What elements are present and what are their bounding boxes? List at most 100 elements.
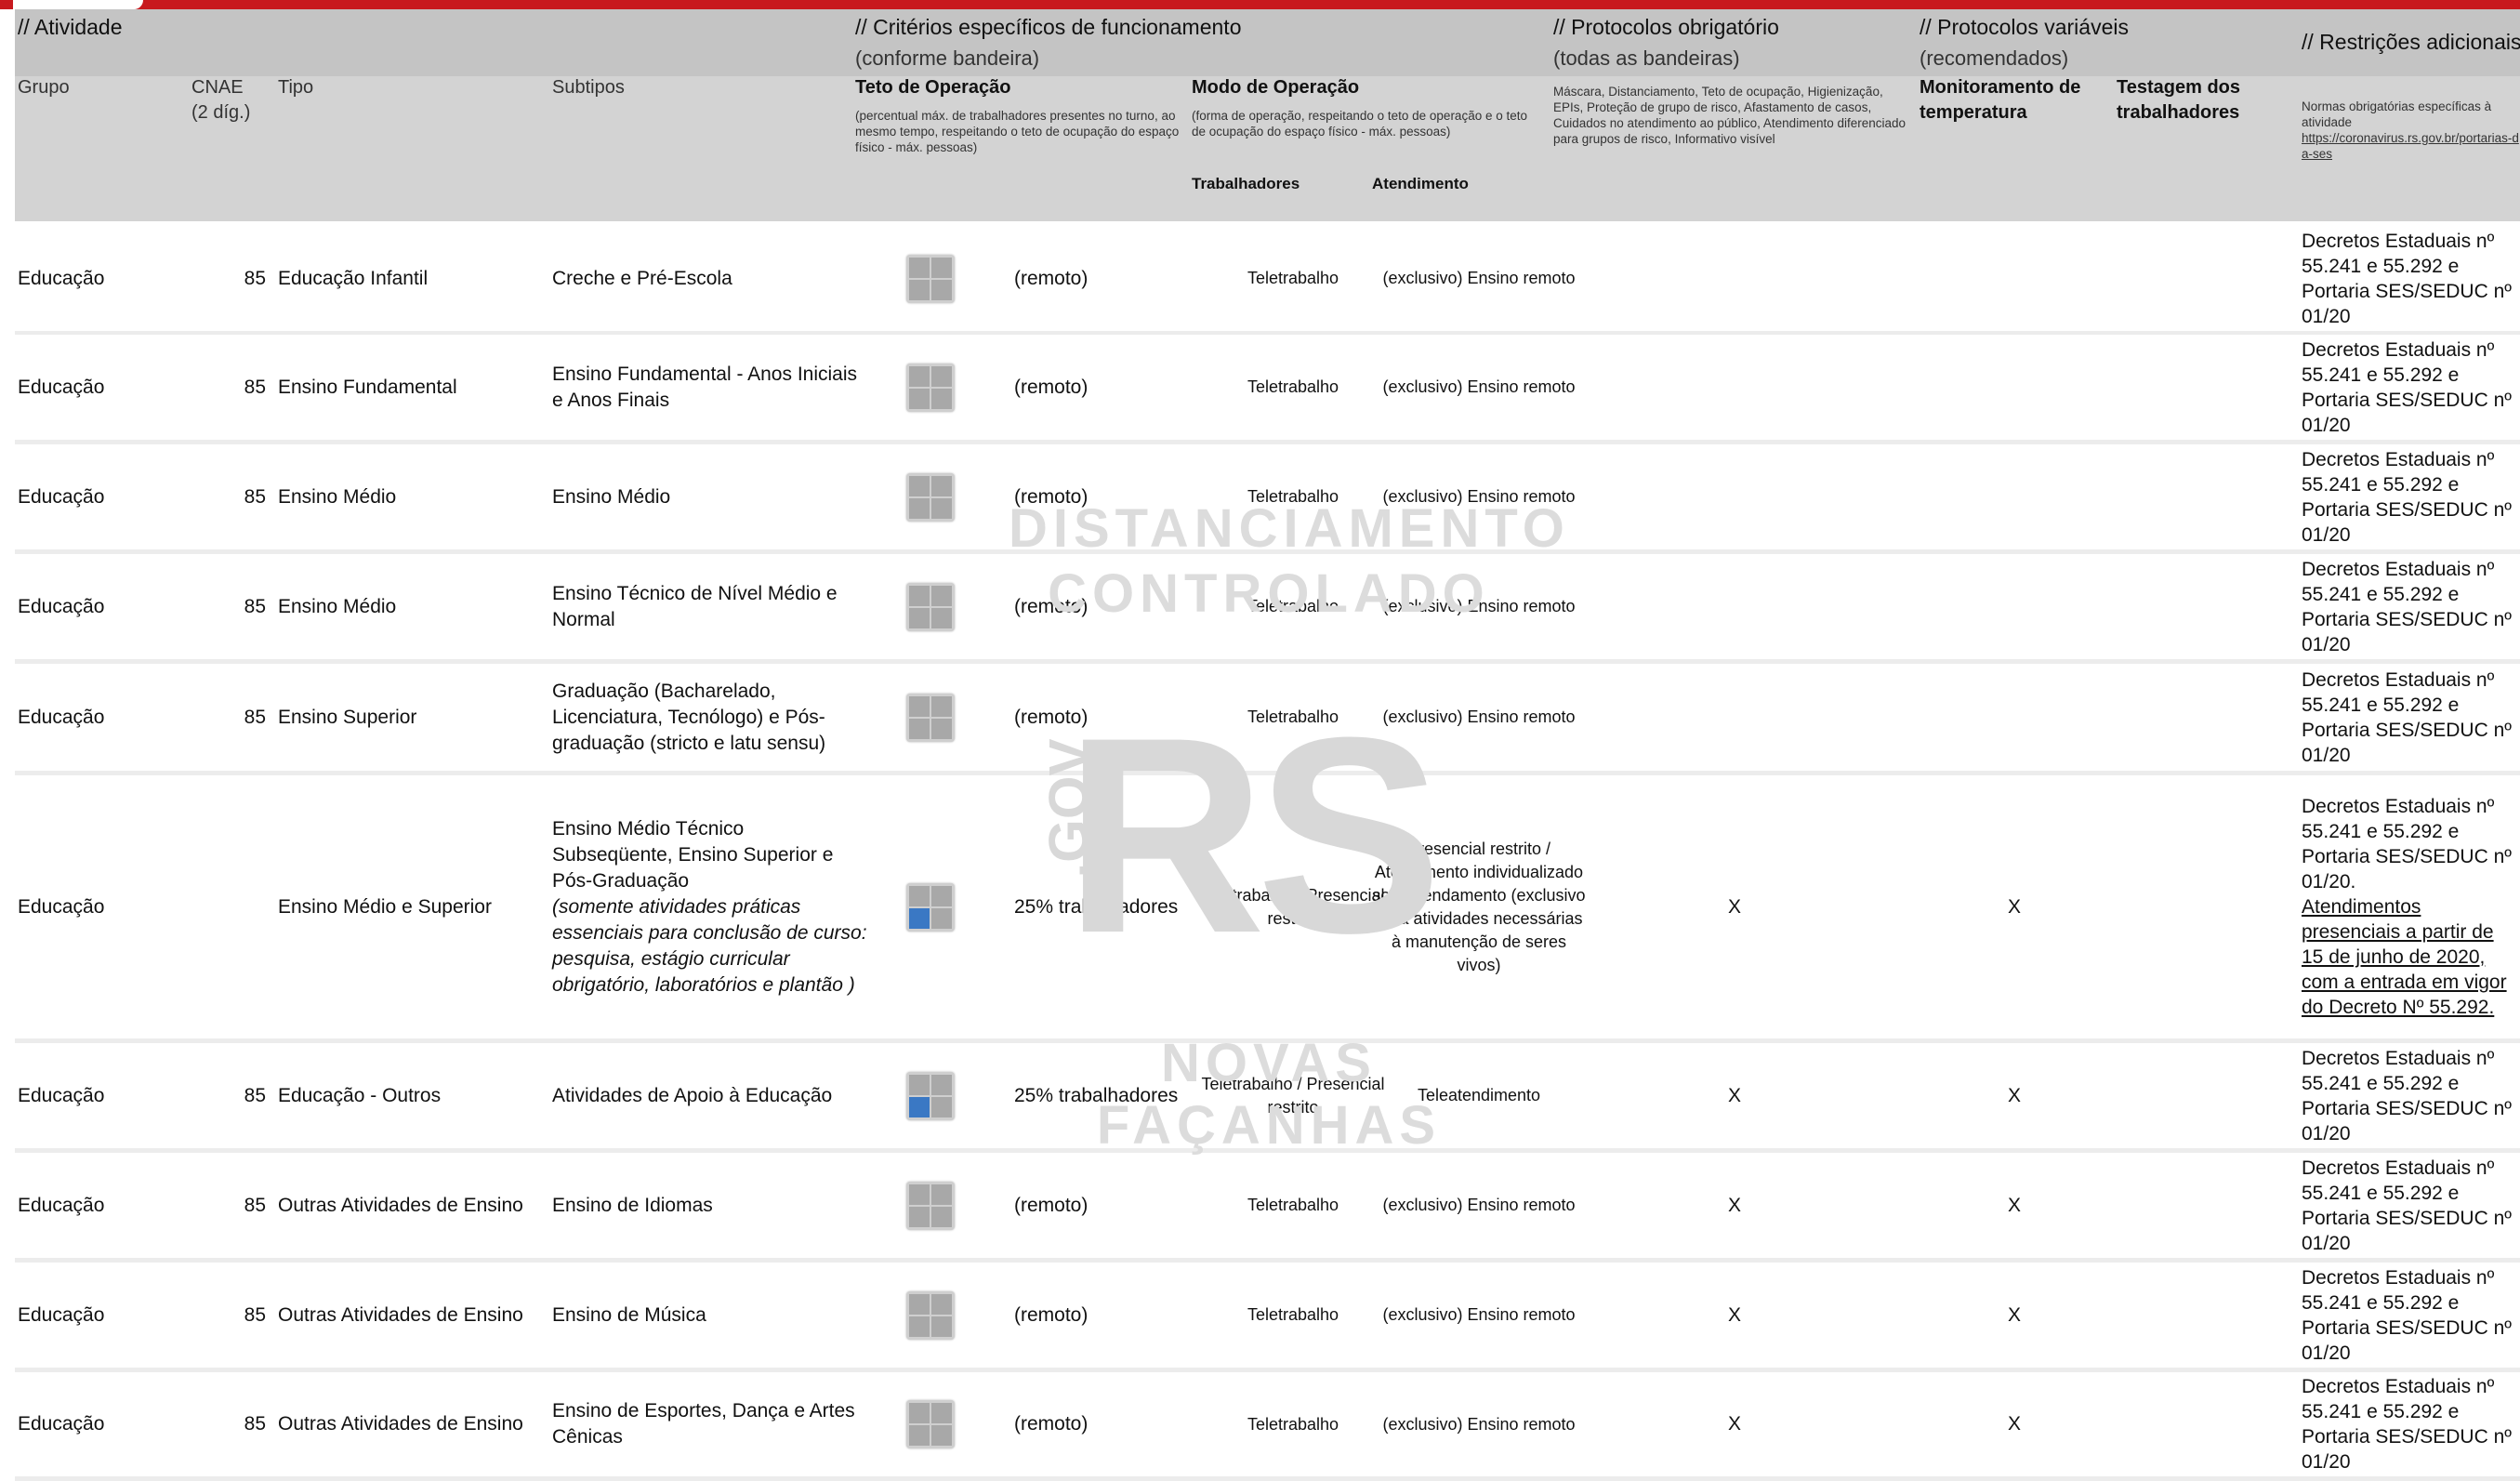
cell-monitoramento: X <box>1727 1194 1741 1216</box>
cell-testagem: X <box>2007 1194 2021 1216</box>
table-row: Educação 85 Ensino Superior Graduação (Bach… <box>15 664 2520 775</box>
top-accent-bar <box>0 0 2520 9</box>
occupancy-grid-icon <box>906 1071 955 1120</box>
cell-restricoes: Decretos Estaduais nº 55.241 e 55.292 e … <box>2302 335 2520 440</box>
cell-cnae: 85 <box>244 595 266 617</box>
occupancy-grid-icon <box>906 882 955 932</box>
cell-restricoes: Decretos Estaduais nº 55.241 e 55.292 e … <box>2302 1263 2520 1368</box>
cell-testagem: X <box>2007 1303 2021 1326</box>
cell-flag-icon <box>903 1372 958 1476</box>
cell-cnae: 85 <box>244 706 266 728</box>
col-modo: Modo de Operação <box>1192 77 1360 98</box>
table-header: // Atividade // Critérios específicos de… <box>15 9 2520 221</box>
subtipo-text: Ensino Técnico de Nível Médio e Normal <box>552 582 838 630</box>
cell-teto: (remoto) <box>1014 1413 1088 1435</box>
restricoes-text: Decretos Estaduais nº 55.241 e 55.292 e … <box>2302 448 2512 546</box>
table-row: Educação Ensino Médio e Superior Ensino Mé… <box>15 775 2520 1043</box>
occupancy-grid-icon <box>906 254 955 303</box>
cell-grupo: Educação <box>18 267 105 289</box>
cell-grupo: Educação <box>18 1084 105 1106</box>
col-trabalhadores: Trabalhadores <box>1192 175 1300 192</box>
top-bar-tab <box>13 0 143 9</box>
cell-atendimento: (exclusivo) Ensino remoto <box>1382 707 1576 726</box>
cell-trabalhadores: Teletrabalho <box>1247 1196 1339 1214</box>
cell-testagem <box>1996 444 2033 549</box>
cell-grupo: Educação <box>18 595 105 617</box>
cell-restricoes: Decretos Estaduais nº 55.241 e 55.292 e … <box>2302 444 2520 549</box>
cell-flag-icon <box>903 1153 958 1258</box>
cell-monitoramento <box>1716 226 1753 331</box>
table-row: Educação 85 Outras Atividades de Ensino Ens… <box>15 1263 2520 1372</box>
occupancy-grid-icon <box>906 472 955 522</box>
restricoes-text: Decretos Estaduais nº 55.241 e 55.292 e … <box>2302 230 2512 327</box>
cell-subtipo: Creche e Pré-Escola <box>552 226 868 331</box>
cell-flag-icon <box>903 775 958 1038</box>
cell-teto: (remoto) <box>1014 1194 1088 1216</box>
cell-monitoramento <box>1716 335 1753 440</box>
table-row: Educação 85 Ensino Médio Ensino Técnico de … <box>15 554 2520 664</box>
col-cnae: CNAE <box>191 77 244 98</box>
header-band <box>15 9 2520 76</box>
cell-tipo: Ensino Superior <box>278 706 417 728</box>
occupancy-grid-icon <box>906 1181 955 1230</box>
cell-cnae <box>191 775 266 1038</box>
cell-subtipo: Atividades de Apoio à Educação <box>552 1043 868 1148</box>
cell-monitoramento: X <box>1727 1413 1741 1435</box>
cell-subtipo: Ensino Médio Técnico Subseqüente, Ensino… <box>552 775 868 1038</box>
cell-tipo: Ensino Médio <box>278 485 397 508</box>
cell-monitoramento: X <box>1727 895 1741 918</box>
cell-teto: (remoto) <box>1014 706 1088 728</box>
cell-subtipo: Ensino Técnico de Nível Médio e Normal <box>552 554 868 659</box>
cell-testagem: X <box>2007 1413 2021 1435</box>
table-row: Educação 85 Educação - Outros Atividades de… <box>15 1043 2520 1153</box>
cell-flag-icon <box>903 444 958 549</box>
col-teto-note: (percentual máx. de trabalhadores presen… <box>855 109 1180 154</box>
occupancy-grid-icon <box>906 582 955 631</box>
cell-tipo: Outras Atividades de Ensino <box>278 1303 523 1326</box>
cell-flag-icon <box>903 554 958 659</box>
subtipo-text: Ensino Fundamental - Anos Iniciais e Ano… <box>552 363 858 411</box>
occupancy-grid-icon <box>906 1400 955 1448</box>
cell-teto: (remoto) <box>1014 376 1088 398</box>
cell-restricoes: Decretos Estaduais nº 55.241 e 55.292 e … <box>2302 1372 2520 1476</box>
cell-flag-icon <box>903 226 958 331</box>
col-obrig-note: Máscara, Distanciamento, Teto de ocupaçã… <box>1553 85 1906 146</box>
cell-trabalhadores: Teletrabalho <box>1247 597 1339 615</box>
cell-tipo: Educação Infantil <box>278 267 429 289</box>
cell-testagem <box>1996 226 2033 331</box>
cell-atendimento: (exclusivo) Ensino remoto <box>1382 269 1576 287</box>
col-grupo: Grupo <box>18 77 70 98</box>
cell-cnae: 85 <box>244 1084 266 1106</box>
cell-tipo: Outras Atividades de Ensino <box>278 1194 523 1216</box>
cell-restricoes: Decretos Estaduais nº 55.241 e 55.292 e … <box>2302 226 2520 331</box>
cell-tipo: Outras Atividades de Ensino <box>278 1413 523 1435</box>
cell-trabalhadores: Teletrabalho <box>1247 707 1339 726</box>
cell-tipo: Educação - Outros <box>278 1084 442 1106</box>
cell-cnae: 85 <box>244 1413 266 1435</box>
cell-monitoramento <box>1716 444 1753 549</box>
col-subtipos: Subtipos <box>552 77 625 98</box>
restricoes-text: Decretos Estaduais nº 55.241 e 55.292 e … <box>2302 796 2512 893</box>
col-monitoramento: Monitoramento de temperatura <box>1920 77 2081 123</box>
header-prot-var: // Protocolos variáveis <box>1920 15 2129 39</box>
col-restr-link[interactable]: https://coronavirus.rs.gov.br/portarias-… <box>2302 130 2520 162</box>
cell-subtipo: Ensino de Música <box>552 1263 868 1368</box>
occupancy-grid-icon <box>906 363 955 412</box>
restricoes-text: Decretos Estaduais nº 55.241 e 55.292 e … <box>2302 1376 2512 1473</box>
cell-monitoramento <box>1716 664 1753 771</box>
cell-teto: 25% trabalhadores <box>1014 1084 1179 1106</box>
cell-grupo: Educação <box>18 706 105 728</box>
cell-teto: (remoto) <box>1014 1303 1088 1326</box>
cell-atendimento: (exclusivo) Ensino remoto <box>1382 377 1576 396</box>
cell-trabalhadores: Teletrabalho <box>1247 269 1339 287</box>
subtipo-text: Atividades de Apoio à Educação <box>552 1084 833 1106</box>
table-row: Educação 85 Ensino Médio Ensino Médio (remot… <box>15 444 2520 554</box>
cell-testagem <box>1996 554 2033 659</box>
restricoes-text: Decretos Estaduais nº 55.241 e 55.292 e … <box>2302 1266 2512 1364</box>
cell-testagem <box>1996 335 2033 440</box>
cell-restricoes: Decretos Estaduais nº 55.241 e 55.292 e … <box>2302 1043 2520 1148</box>
cell-flag-icon <box>903 1263 958 1368</box>
subtipo-text: Graduação (Bacharelado, Licenciatura, Te… <box>552 680 826 754</box>
cell-atendimento: (exclusivo) Ensino remoto <box>1382 1305 1576 1324</box>
cell-atendimento: (exclusivo) Ensino remoto <box>1382 597 1576 615</box>
